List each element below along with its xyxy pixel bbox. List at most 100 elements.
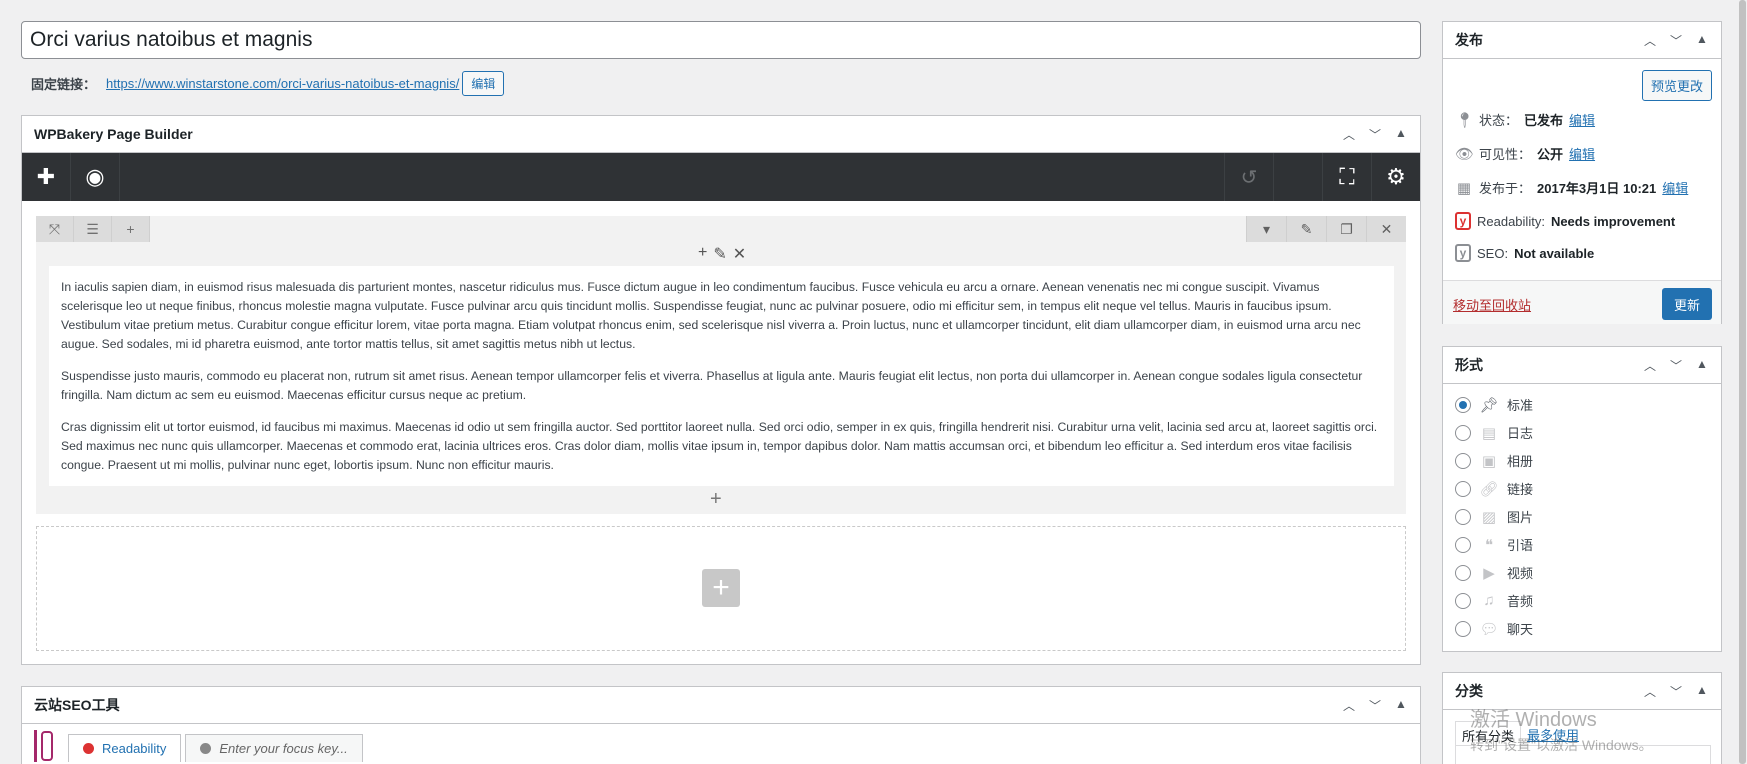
templates-button[interactable]: ◉ bbox=[71, 153, 120, 201]
format-option-gallery[interactable]: ▣ 相册 bbox=[1455, 451, 1533, 470]
seo-score-row: y SEO: Not available bbox=[1455, 244, 1594, 262]
format-label: 标准 bbox=[1507, 398, 1534, 413]
move-down-icon[interactable]: ﹀ bbox=[1669, 357, 1683, 374]
row-add-column-icon[interactable]: + bbox=[112, 216, 150, 242]
fullscreen-icon: ⛶ bbox=[1339, 164, 1355, 189]
format-radio[interactable] bbox=[1455, 508, 1471, 525]
column-add-icon[interactable]: + bbox=[698, 244, 707, 264]
add-element-button[interactable]: ✚ bbox=[22, 153, 71, 201]
wpbakery-header: WPBakery Page Builder ︿ ﹀ ▲ bbox=[22, 116, 1420, 153]
collapse-toggle-icon[interactable]: ▲ bbox=[1394, 697, 1408, 714]
empty-row-dropzone[interactable]: + bbox=[36, 526, 1406, 651]
page-scrollbar-thumb[interactable] bbox=[1739, 0, 1746, 764]
audio-icon: ♫ bbox=[1483, 592, 1495, 609]
post-title-input[interactable]: Orci varius natoibus et magnis bbox=[21, 21, 1421, 59]
format-option-aside[interactable]: ▤ 日志 bbox=[1455, 423, 1533, 442]
format-label: 相册 bbox=[1507, 454, 1534, 469]
format-radio[interactable] bbox=[1455, 592, 1471, 609]
row-controls-left: ⤧ ☰ + bbox=[36, 216, 150, 242]
row-drag-icon[interactable]: ⤧ bbox=[36, 216, 74, 242]
format-option-video[interactable]: ▶ 视频 bbox=[1455, 563, 1533, 582]
format-option-standard[interactable]: 📌︎ 标准 bbox=[1455, 395, 1533, 414]
visibility-row: 👁︎ 可见性： 公开 编辑 bbox=[1455, 144, 1595, 163]
publish-box: 发布 ︿ ﹀ ▲ 预览更改 📍︎ 状态： 已发布 编辑 👁︎ 可见性： 公开 编… bbox=[1442, 21, 1722, 324]
collapse-toggle-icon[interactable]: ▲ bbox=[1695, 32, 1709, 49]
fullscreen-button[interactable]: ⛶ bbox=[1322, 153, 1371, 201]
row-clone-icon[interactable]: ❐ bbox=[1326, 216, 1366, 242]
visibility-edit-link[interactable]: 编辑 bbox=[1569, 144, 1595, 163]
text-block[interactable]: In iaculis sapien diam, in euismod risus… bbox=[49, 266, 1394, 486]
collapse-toggle-icon[interactable]: ▲ bbox=[1695, 683, 1709, 700]
plus-icon: ✚ bbox=[36, 164, 56, 189]
format-radio[interactable] bbox=[1455, 396, 1471, 413]
column-delete-icon[interactable]: ✕ bbox=[733, 244, 746, 264]
permalink-link[interactable]: https://www.winstarstone.com/orci-varius… bbox=[106, 76, 459, 91]
column-edit-icon[interactable]: ✎ bbox=[713, 244, 726, 264]
format-option-chat[interactable]: 💬︎ 聊天 bbox=[1455, 619, 1533, 638]
readability-label: Readability: bbox=[1477, 213, 1545, 229]
format-option-quote[interactable]: ❝ 引语 bbox=[1455, 535, 1533, 554]
format-radio[interactable] bbox=[1455, 452, 1471, 469]
pin-icon: 📍︎ bbox=[1455, 111, 1475, 129]
format-label: 图片 bbox=[1507, 510, 1534, 525]
preview-changes-button[interactable]: 预览更改 bbox=[1641, 70, 1712, 101]
settings-button[interactable]: ⚙ bbox=[1371, 153, 1420, 201]
move-up-icon[interactable]: ︿ bbox=[1342, 126, 1356, 143]
tab-focus-keyword[interactable]: Enter your focus key... bbox=[185, 734, 363, 762]
format-radio[interactable] bbox=[1455, 564, 1471, 581]
visibility-label: 可见性： bbox=[1479, 147, 1532, 162]
yoast-readability-icon: y bbox=[1455, 212, 1471, 230]
move-down-icon[interactable]: ﹀ bbox=[1368, 697, 1382, 714]
row-controls-right: ▾ ✎ ❐ ✕ bbox=[1246, 216, 1406, 242]
undo-button[interactable]: ↺ bbox=[1224, 153, 1273, 201]
format-radio[interactable] bbox=[1455, 536, 1471, 553]
permalink-slug: orci-varius-natoibus-et-magnis/ bbox=[280, 75, 460, 91]
publish-title: 发布 bbox=[1455, 32, 1483, 48]
redo-button[interactable] bbox=[1273, 153, 1322, 201]
format-option-link[interactable]: 🔗︎ 链接 bbox=[1455, 479, 1533, 498]
permalink-row: 固定链接： https://www.winstarstone.com/orci-… bbox=[31, 70, 505, 96]
row-layout-icon[interactable]: ☰ bbox=[74, 216, 112, 242]
move-down-icon[interactable]: ﹀ bbox=[1368, 126, 1382, 143]
format-option-audio[interactable]: ♫ 音频 bbox=[1455, 591, 1533, 610]
published-edit-link[interactable]: 编辑 bbox=[1662, 178, 1688, 197]
category-title: 分类 bbox=[1455, 683, 1483, 699]
format-label: 音频 bbox=[1507, 594, 1534, 609]
seo-value: Not available bbox=[1514, 245, 1595, 261]
move-down-icon[interactable]: ﹀ bbox=[1669, 683, 1683, 700]
format-radio[interactable] bbox=[1455, 620, 1471, 637]
row-edit-icon[interactable]: ✎ bbox=[1286, 216, 1326, 242]
row-toggle-icon[interactable]: ▾ bbox=[1246, 216, 1286, 242]
status-edit-link[interactable]: 编辑 bbox=[1569, 110, 1595, 129]
tab-readability[interactable]: Readability bbox=[68, 734, 182, 762]
format-label: 日志 bbox=[1507, 426, 1534, 441]
seo-label: SEO: bbox=[1477, 245, 1509, 261]
format-label: 聊天 bbox=[1507, 622, 1534, 637]
move-up-icon[interactable]: ︿ bbox=[1643, 683, 1657, 700]
column-add-element-icon[interactable]: + bbox=[710, 488, 722, 511]
windows-activation-hint: 转到"设置"以激活 Windows。 bbox=[1470, 737, 1653, 753]
move-up-icon[interactable]: ︿ bbox=[1342, 697, 1356, 714]
collapse-toggle-icon[interactable]: ▲ bbox=[1695, 357, 1709, 374]
format-radio[interactable] bbox=[1455, 424, 1471, 441]
format-title: 形式 bbox=[1455, 357, 1483, 373]
image-icon: ▨ bbox=[1481, 508, 1497, 526]
move-down-icon[interactable]: ﹀ bbox=[1669, 32, 1683, 49]
collapse-toggle-icon[interactable]: ▲ bbox=[1394, 126, 1408, 143]
chat-icon: 💬︎ bbox=[1479, 620, 1499, 638]
add-row-plus-icon[interactable]: + bbox=[702, 569, 740, 607]
permalink-edit-button[interactable]: 编辑 bbox=[462, 70, 505, 96]
format-radio[interactable] bbox=[1455, 480, 1471, 497]
format-header: 形式 ︿ ﹀ ▲ bbox=[1443, 347, 1721, 384]
move-to-trash-link[interactable]: 移动至回收站 bbox=[1453, 295, 1531, 314]
gear-icon: ⚙ bbox=[1386, 164, 1406, 189]
move-up-icon[interactable]: ︿ bbox=[1643, 32, 1657, 49]
format-option-image[interactable]: ▨ 图片 bbox=[1455, 507, 1533, 526]
format-label: 视频 bbox=[1507, 566, 1534, 581]
move-up-icon[interactable]: ︿ bbox=[1643, 357, 1657, 374]
published-row: ▦ 发布于： 2017年3月1日 10:21 编辑 bbox=[1455, 178, 1688, 197]
seo-traffic-light-icon bbox=[34, 730, 56, 762]
row-delete-icon[interactable]: ✕ bbox=[1366, 216, 1406, 242]
update-button[interactable]: 更新 bbox=[1662, 288, 1712, 320]
calendar-icon: ▦ bbox=[1456, 179, 1472, 197]
